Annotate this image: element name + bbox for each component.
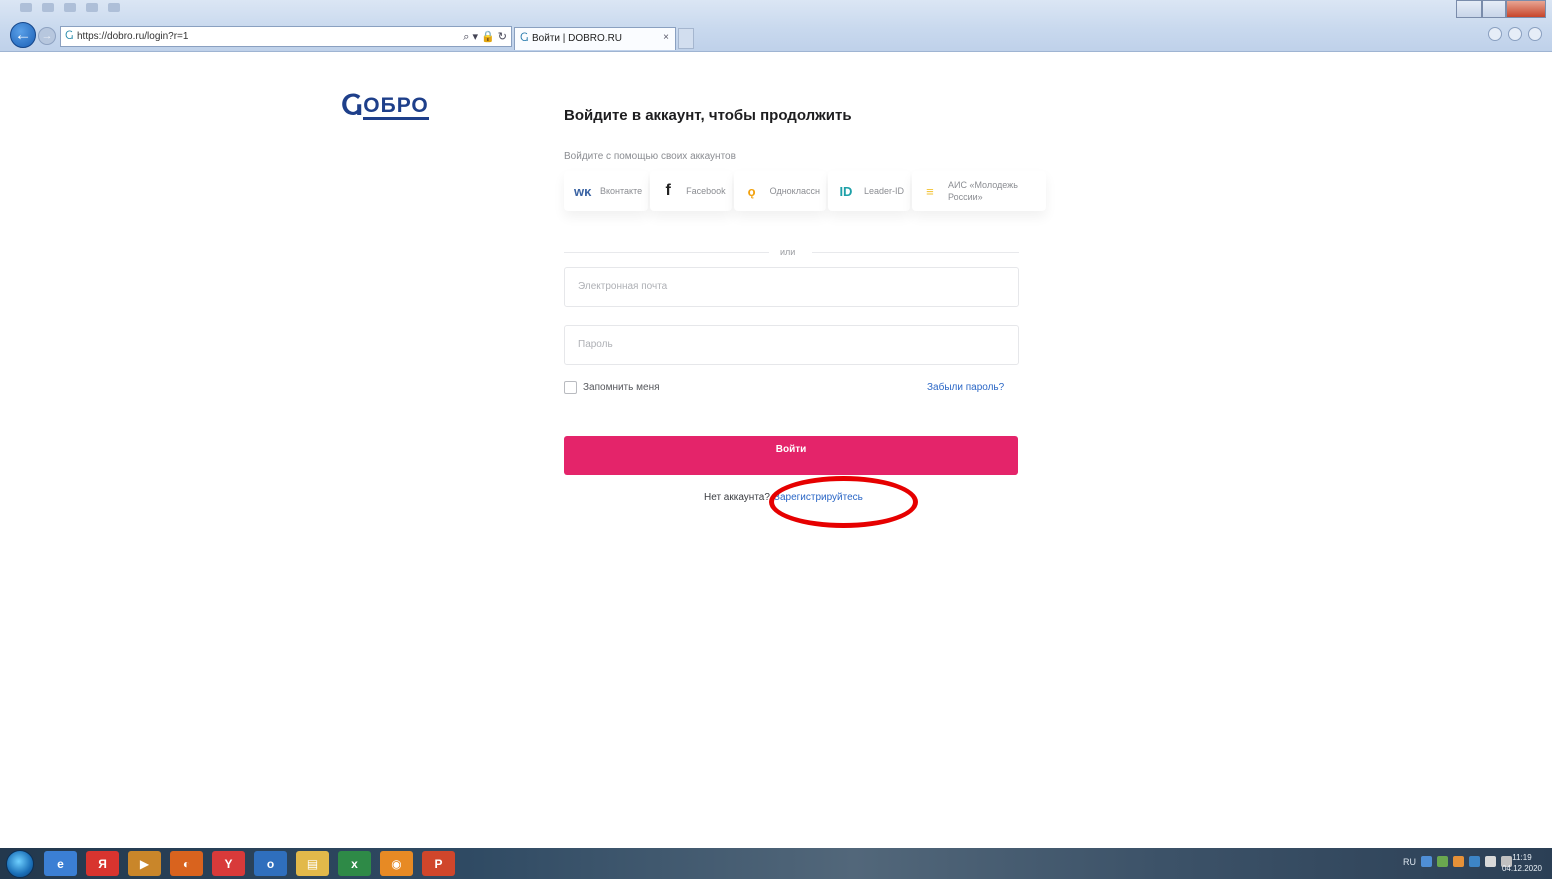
clock-date: 04.12.2020 (1501, 864, 1542, 873)
firefox-taskbar-icon[interactable]: ◐ (170, 851, 203, 876)
qa-icon[interactable] (42, 3, 54, 12)
site-favicon-icon: Ⴚ (65, 31, 74, 42)
email-placeholder: Электронная почта (578, 281, 668, 292)
tab-title: Войти | DOBRO.RU (532, 33, 623, 44)
social-label: АИС «Молодежь России» (947, 180, 1018, 202)
logo-text: ОБРО (363, 95, 429, 120)
social-login-caption: Войдите с помощью своих аккаунтов (564, 151, 736, 162)
password-placeholder: Пароль (578, 339, 613, 350)
minimize-button[interactable] (1456, 0, 1482, 18)
odnoklassniki-icon: ǫ (747, 183, 756, 199)
remember-me[interactable]: Запомнить меня (564, 381, 660, 394)
window-controls (1456, 0, 1546, 18)
page-title: Войдите в аккаунт, чтобы продолжить (564, 107, 852, 124)
qa-icon[interactable] (108, 3, 120, 12)
password-field[interactable]: Пароль (564, 325, 1019, 365)
back-button[interactable]: ← (10, 22, 36, 48)
vk-icon: ᴡᴋ (574, 183, 592, 199)
social-label: Вконтакте (600, 186, 643, 196)
browser-tab[interactable]: Ⴚ Войти | DOBRO.RU × (514, 27, 676, 50)
windows-taskbar: e Я ▶ ◐ Yo ▤ x ◉ P RU 11:19 04.12.2020 (0, 848, 1552, 879)
login-button[interactable]: Войти (564, 436, 1018, 475)
divider-line-right (812, 252, 1019, 253)
home-icon[interactable] (1488, 27, 1502, 41)
tab-close-icon[interactable]: × (663, 32, 669, 43)
forward-button[interactable]: → (38, 27, 56, 45)
network-icon[interactable] (1421, 856, 1432, 867)
logo-mark: Ⴚ (341, 92, 363, 122)
yandex-browser-taskbar-icon[interactable]: Y (212, 851, 245, 876)
maximize-button[interactable] (1482, 0, 1506, 18)
no-account-text: Нет аккаунта? (704, 492, 770, 503)
explorer-taskbar-icon[interactable]: ▤ (296, 851, 329, 876)
close-window-button[interactable] (1506, 0, 1546, 18)
email-field[interactable]: Электронная почта (564, 267, 1019, 307)
start-button[interactable] (6, 850, 34, 878)
register-row: Нет аккаунта? Зарегистрируйтесь (704, 492, 863, 503)
tab-favicon-icon: Ⴚ (520, 33, 529, 44)
volume-icon[interactable] (1485, 856, 1496, 867)
social-label: Одноклассн (769, 186, 820, 196)
qa-icon[interactable] (86, 3, 98, 12)
clock-time: 11:19 (1512, 853, 1532, 862)
media-taskbar-icon[interactable]: ▶ (128, 851, 161, 876)
leader-id-login-button[interactable]: ID Leader-ID (827, 171, 910, 211)
ais-icon: ≡ (926, 183, 934, 199)
register-link[interactable]: Зарегистрируйтесь (774, 492, 863, 503)
yandex-taskbar-icon[interactable]: Я (86, 851, 119, 876)
tray-app-icon[interactable] (1453, 856, 1464, 867)
vk-login-button[interactable]: ᴡᴋ Вконтакте (564, 171, 649, 211)
address-bar[interactable]: Ⴚ https://dobro.ru/login?r=1 ⌕ ▾ 🔒 ↻ (60, 26, 512, 47)
social-label: Facebook (686, 186, 726, 196)
quick-access-toolbar (20, 3, 120, 12)
outlook-taskbar-icon[interactable]: o (254, 851, 287, 876)
social-login-list: ᴡᴋ Вконтакте f Facebook ǫ Одноклассн ID … (564, 171, 1048, 211)
social-label: Leader-ID (863, 186, 904, 196)
app-orange-taskbar-icon[interactable]: ◉ (380, 851, 413, 876)
gear-icon[interactable] (1528, 27, 1542, 41)
powerpoint-taskbar-icon[interactable]: P (422, 851, 455, 876)
language-indicator[interactable]: RU (1403, 857, 1416, 867)
system-tray: RU (1403, 856, 1512, 867)
remember-checkbox[interactable] (564, 381, 577, 394)
address-tools[interactable]: ⌕ ▾ 🔒 ↻ (463, 30, 507, 44)
favorites-icon[interactable] (1508, 27, 1522, 41)
odnoklassniki-login-button[interactable]: ǫ Одноклассн (733, 171, 826, 211)
dobro-logo[interactable]: Ⴚ ОБРО (341, 94, 429, 120)
tray-app-icon[interactable] (1437, 856, 1448, 867)
taskbar-apps: e Я ▶ ◐ Yo ▤ x ◉ P (44, 851, 455, 876)
clock[interactable]: 11:19 04.12.2020 (1502, 852, 1542, 874)
divider-line-left (564, 252, 769, 253)
remember-label: Запомнить меня (583, 382, 660, 393)
command-icons (1488, 27, 1542, 41)
forgot-password-link[interactable]: Забыли пароль? (927, 382, 1004, 393)
ie-taskbar-icon[interactable]: e (44, 851, 77, 876)
qa-icon[interactable] (64, 3, 76, 12)
address-url[interactable]: https://dobro.ru/login?r=1 (77, 31, 188, 42)
qa-icon[interactable] (20, 3, 32, 12)
tray-app-icon[interactable] (1469, 856, 1480, 867)
browser-toolbar: ← → Ⴚ https://dobro.ru/login?r=1 ⌕ ▾ 🔒 ↻… (0, 0, 1552, 52)
facebook-icon: f (665, 182, 671, 199)
divider-or: или (780, 247, 796, 257)
ais-login-button[interactable]: ≡ АИС «Молодежь России» (911, 171, 1046, 211)
leader-id-icon: ID (839, 183, 853, 199)
facebook-login-button[interactable]: f Facebook (650, 171, 732, 211)
excel-taskbar-icon[interactable]: x (338, 851, 371, 876)
new-tab-button[interactable] (678, 28, 694, 49)
